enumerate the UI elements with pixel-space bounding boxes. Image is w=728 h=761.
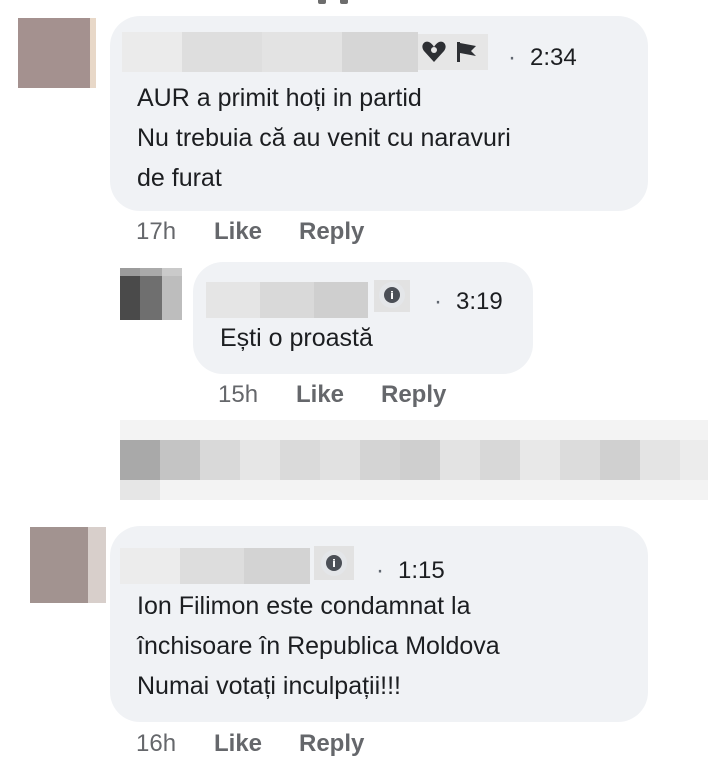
commenter-name-redacted[interactable] [206, 282, 368, 318]
info-badge-icon: i [379, 282, 405, 308]
flag-icon [454, 40, 480, 69]
reply-button[interactable]: Reply [299, 730, 364, 758]
commenter-name-redacted[interactable] [122, 32, 418, 72]
comment-age[interactable]: 15h [218, 381, 258, 409]
comment-timestamp[interactable]: 1:15 [398, 557, 445, 585]
comment-text-line: de furat [137, 164, 222, 192]
info-badge-icon: i [321, 550, 347, 576]
comment-timestamp[interactable]: 3:19 [456, 288, 503, 316]
separator-dot: · [508, 44, 516, 71]
avatar[interactable] [30, 527, 106, 603]
comment-text-line: Ion Filimon este condamnat la [137, 592, 471, 620]
avatar[interactable] [18, 18, 96, 88]
separator-dot: · [434, 288, 442, 315]
cropped-text-remnant [318, 0, 378, 6]
separator-dot: · [376, 557, 384, 584]
comment-text-line: AUR a primit hoți in partid [137, 84, 422, 112]
comment-text-line: Numai votați inculpații!!! [137, 672, 402, 700]
like-button[interactable]: Like [296, 381, 344, 409]
comment-text-line: închisoare în Republica Moldova [137, 632, 500, 660]
redacted-content-bar [120, 420, 708, 500]
like-button[interactable]: Like [214, 218, 262, 246]
comment-text-line: Nu trebuia că au venit cu naravuri [137, 124, 511, 152]
commenter-name-redacted[interactable] [120, 548, 310, 584]
comment-age[interactable]: 16h [136, 730, 176, 758]
like-button[interactable]: Like [214, 730, 262, 758]
comment-age[interactable]: 17h [136, 218, 176, 246]
comment-timestamp[interactable]: 2:34 [530, 44, 577, 72]
reply-button[interactable]: Reply [299, 218, 364, 246]
comment-text-line: Ești o proastă [220, 324, 373, 352]
avatar[interactable] [120, 268, 182, 320]
reply-button[interactable]: Reply [381, 381, 446, 409]
heart-icon [421, 40, 447, 69]
